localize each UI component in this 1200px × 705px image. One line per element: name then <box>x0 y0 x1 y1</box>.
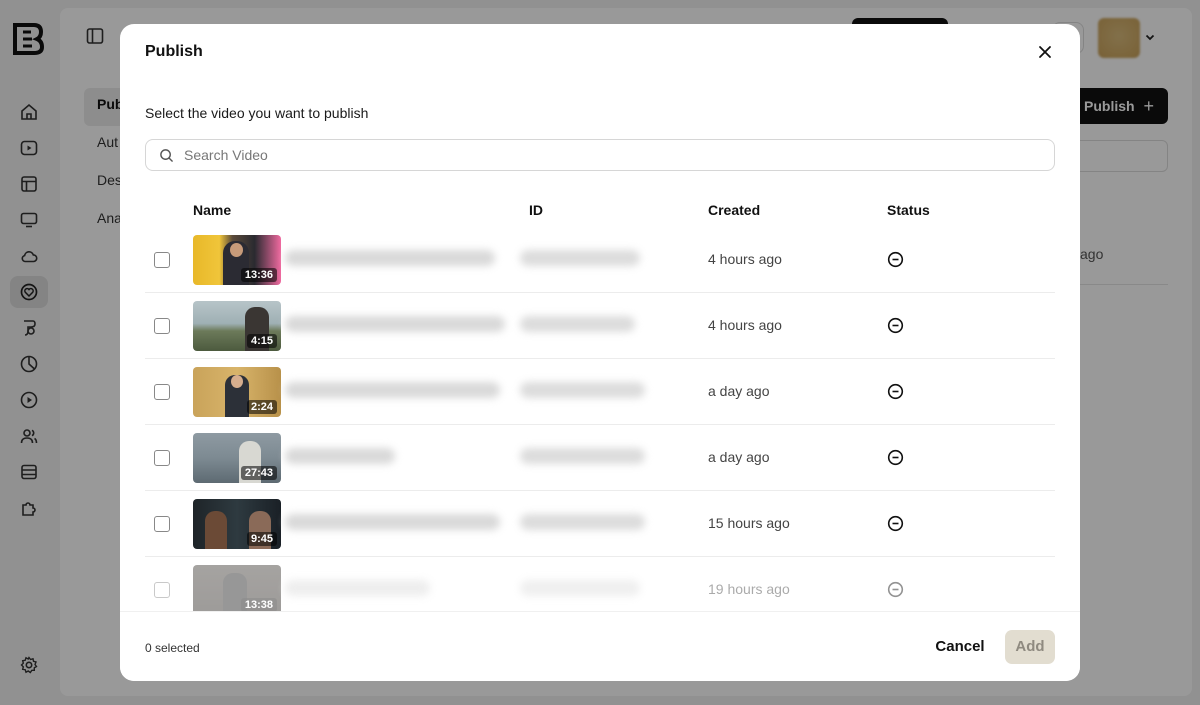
table-row[interactable]: 27:43 a day ago <box>145 425 1055 491</box>
table-row[interactable]: 2:24 a day ago <box>145 359 1055 425</box>
video-duration: 27:43 <box>240 466 277 480</box>
close-icon[interactable] <box>1035 42 1055 62</box>
modal-footer: 0 selected Cancel Add <box>120 611 1080 681</box>
table-row[interactable]: 4:15 4 hours ago <box>145 293 1055 359</box>
search-field <box>145 139 1055 171</box>
modal-prompt: Select the video you want to publish <box>145 105 369 121</box>
column-header-status[interactable]: Status <box>887 202 930 218</box>
row-checkbox[interactable] <box>154 516 170 532</box>
minus-circle-icon <box>887 251 904 268</box>
created-time: 4 hours ago <box>708 317 782 333</box>
column-header-name[interactable]: Name <box>193 202 231 218</box>
publish-modal: Publish Select the video you want to pub… <box>120 24 1080 681</box>
minus-circle-icon <box>887 515 904 532</box>
search-icon <box>160 149 173 162</box>
table-row[interactable]: 9:45 15 hours ago <box>145 491 1055 557</box>
created-time: 4 hours ago <box>708 251 782 267</box>
minus-circle-icon <box>887 383 904 400</box>
video-name-redacted <box>285 448 395 464</box>
table-row[interactable]: 13:38 19 hours ago <box>145 557 1055 611</box>
minus-circle-icon <box>887 317 904 334</box>
video-id-redacted <box>520 514 645 530</box>
search-input[interactable] <box>184 140 1044 170</box>
selected-count: 0 selected <box>145 641 200 655</box>
column-header-created[interactable]: Created <box>708 202 760 218</box>
video-id-redacted <box>520 250 640 266</box>
video-name-redacted <box>285 382 500 398</box>
video-list: 13:36 4 hours ago 4:15 4 hours ago 2:24 … <box>145 227 1055 611</box>
created-time: a day ago <box>708 383 770 399</box>
video-id-redacted <box>520 448 645 464</box>
modal-title: Publish <box>145 43 203 60</box>
video-thumbnail: 13:36 <box>193 235 281 285</box>
row-checkbox[interactable] <box>154 582 170 598</box>
table-row[interactable]: 13:36 4 hours ago <box>145 227 1055 293</box>
minus-circle-icon <box>887 581 904 598</box>
minus-circle-icon <box>887 449 904 466</box>
video-name-redacted <box>285 316 505 332</box>
row-checkbox[interactable] <box>154 318 170 334</box>
video-id-redacted <box>520 316 635 332</box>
video-name-redacted <box>285 250 495 266</box>
add-button[interactable]: Add <box>1005 630 1055 664</box>
video-duration: 4:15 <box>246 334 277 348</box>
video-id-redacted <box>520 580 640 596</box>
created-time: a day ago <box>708 449 770 465</box>
video-duration: 13:38 <box>240 598 277 611</box>
video-duration: 2:24 <box>246 400 277 414</box>
row-checkbox[interactable] <box>154 252 170 268</box>
video-id-redacted <box>520 382 645 398</box>
created-time: 15 hours ago <box>708 515 790 531</box>
video-thumbnail: 13:38 <box>193 565 281 611</box>
video-name-redacted <box>285 580 430 596</box>
created-time: 19 hours ago <box>708 581 790 597</box>
video-duration: 13:36 <box>240 268 277 282</box>
row-checkbox[interactable] <box>154 384 170 400</box>
video-duration: 9:45 <box>246 532 277 546</box>
row-checkbox[interactable] <box>154 450 170 466</box>
video-thumbnail: 27:43 <box>193 433 281 483</box>
video-thumbnail: 9:45 <box>193 499 281 549</box>
column-header-id[interactable]: ID <box>529 202 543 218</box>
table-header: Name ID Created Status <box>145 202 1055 222</box>
video-thumbnail: 2:24 <box>193 367 281 417</box>
video-name-redacted <box>285 514 500 530</box>
cancel-button[interactable]: Cancel <box>926 630 994 664</box>
video-thumbnail: 4:15 <box>193 301 281 351</box>
